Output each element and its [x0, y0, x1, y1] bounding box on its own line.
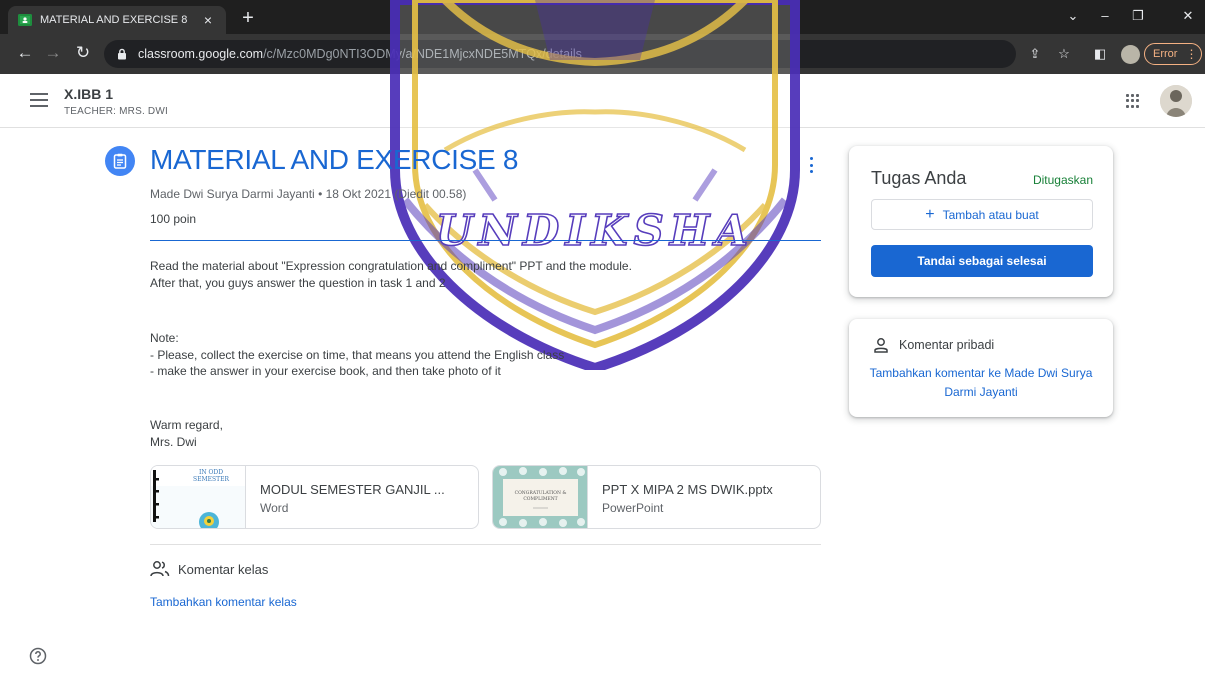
- class-comments-label: Komentar kelas: [178, 561, 269, 577]
- tab-title: MATERIAL AND EXERCISE 8: [40, 14, 188, 26]
- tab-close-button[interactable]: ×: [200, 12, 216, 28]
- classroom-favicon-icon: [18, 14, 32, 26]
- bookmark-star-icon[interactable]: ☆: [1056, 46, 1072, 62]
- url-path: /c/Mzc0MDg0NTI3ODMy/a/NDE1MjcxNDE5MTQx/d…: [263, 47, 582, 61]
- close-window-icon[interactable]: ✕: [1178, 8, 1198, 24]
- assignment-title: MATERIAL AND EXERCISE 8: [150, 144, 519, 175]
- attachment-name: MODUL SEMESTER GANJIL ...: [260, 482, 445, 497]
- class-teacher: TEACHER: MRS. DWI: [64, 106, 168, 117]
- more-options-icon[interactable]: [805, 154, 817, 176]
- add-private-comment-link[interactable]: Tambahkan komentar ke Made Dwi Surya Dar…: [869, 364, 1093, 402]
- assignment-icon: [105, 146, 135, 176]
- your-work-card: Tugas Anda Ditugaskan + Tambah atau buat…: [849, 146, 1113, 297]
- attachment-type: PowerPoint: [602, 501, 664, 515]
- browser-tab[interactable]: MATERIAL AND EXERCISE 8 ×: [8, 6, 226, 34]
- attachment-name: PPT X MIPA 2 MS DWIK.pptx: [602, 482, 773, 497]
- add-class-comment-link[interactable]: Tambahkan komentar kelas: [150, 595, 297, 609]
- url-host: classroom.google.com: [138, 47, 264, 61]
- assignment-author: Made Dwi Surya Darmi Jayanti: [150, 187, 315, 201]
- share-icon[interactable]: ⇪: [1027, 46, 1043, 62]
- side-panel-icon[interactable]: ◧: [1092, 46, 1108, 62]
- forward-arrow-icon[interactable]: →: [42, 42, 64, 64]
- instructions-paragraph: Read the material about "Expression cong…: [150, 259, 632, 290]
- private-comments-header: Komentar pribadi: [873, 335, 994, 355]
- avatar-photo-icon: [1160, 85, 1192, 117]
- error-button[interactable]: Error ⋮: [1144, 43, 1202, 65]
- minimize-icon[interactable]: –: [1095, 8, 1115, 23]
- restore-icon[interactable]: ❐: [1128, 8, 1148, 24]
- thumb-text-line1: IN ODD: [199, 469, 223, 476]
- assignment-meta: Made Dwi Surya Darmi Jayanti • 18 Okt 20…: [150, 187, 466, 201]
- lock-icon: [118, 48, 126, 60]
- meta-separator: •: [318, 187, 323, 201]
- browser-tab-strip: MATERIAL AND EXERCISE 8 × + ⌄ – ❐ ✕: [0, 0, 1205, 34]
- class-comments-header: Komentar kelas: [150, 559, 268, 579]
- address-bar[interactable]: classroom.google.com/c/Mzc0MDg0NTI3ODMy/…: [104, 40, 1016, 68]
- attachment-type: Word: [260, 501, 289, 515]
- class-name[interactable]: X.IBB 1: [64, 86, 113, 102]
- word-thumbnail: IN ODD SEMESTER: [151, 466, 246, 528]
- plus-icon: +: [925, 205, 935, 223]
- assignment-date: 18 Okt 2021 (Diedit 00.58): [325, 187, 467, 201]
- kebab-menu-icon: ⋮: [1185, 47, 1198, 61]
- signature-paragraph: Warm regard, Mrs. Dwi: [150, 418, 223, 449]
- browser-toolbar: ← → ↻ classroom.google.com/c/Mzc0MDg0NTI…: [0, 34, 1205, 74]
- thumb-text-line1: CONGRATULATION &: [515, 490, 567, 496]
- add-or-create-label: Tambah atau buat: [942, 207, 1039, 222]
- add-or-create-button[interactable]: + Tambah atau buat: [871, 199, 1093, 230]
- attachment-word[interactable]: IN ODD SEMESTER MODUL SEMESTER GANJIL ..…: [150, 465, 479, 529]
- title-divider: [150, 240, 821, 241]
- people-icon: [150, 561, 170, 577]
- back-arrow-icon[interactable]: ←: [14, 42, 36, 64]
- new-tab-button[interactable]: +: [236, 7, 260, 29]
- private-comments-label: Komentar pribadi: [899, 338, 995, 352]
- comments-divider: [150, 544, 821, 545]
- error-label: Error: [1153, 48, 1178, 60]
- powerpoint-thumbnail: CONGRATULATION & COMPLIMENT: [493, 466, 588, 528]
- assignment-points: 100 poin: [150, 212, 197, 226]
- note-paragraph: Note: - Please, collect the exercise on …: [150, 331, 565, 378]
- google-apps-icon[interactable]: [1126, 94, 1140, 108]
- reload-icon[interactable]: ↻: [72, 42, 94, 64]
- help-icon[interactable]: [29, 647, 47, 665]
- mark-as-done-button[interactable]: Tandai sebagai selesai: [871, 245, 1093, 277]
- thumb-text-line2: COMPLIMENT: [523, 496, 557, 502]
- clipboard-icon: [113, 153, 127, 169]
- main-menu-icon[interactable]: [30, 93, 48, 111]
- profile-avatar[interactable]: [1121, 45, 1140, 64]
- private-comments-card: Komentar pribadi Tambahkan komentar ke M…: [849, 319, 1113, 417]
- watermark-text: UNDIKSHA: [436, 206, 754, 255]
- your-work-title: Tugas Anda: [871, 168, 967, 188]
- person-icon: [874, 338, 888, 353]
- work-status-badge: Ditugaskan: [1032, 173, 1093, 187]
- classroom-header: X.IBB 1 TEACHER: MRS. DWI: [0, 74, 1205, 128]
- chevron-down-icon[interactable]: ⌄: [1063, 8, 1083, 24]
- attachment-powerpoint[interactable]: CONGRATULATION & COMPLIMENT PPT X MIPA 2…: [492, 465, 821, 529]
- thumb-text-line2: SEMESTER: [193, 476, 230, 483]
- user-avatar[interactable]: [1160, 85, 1192, 117]
